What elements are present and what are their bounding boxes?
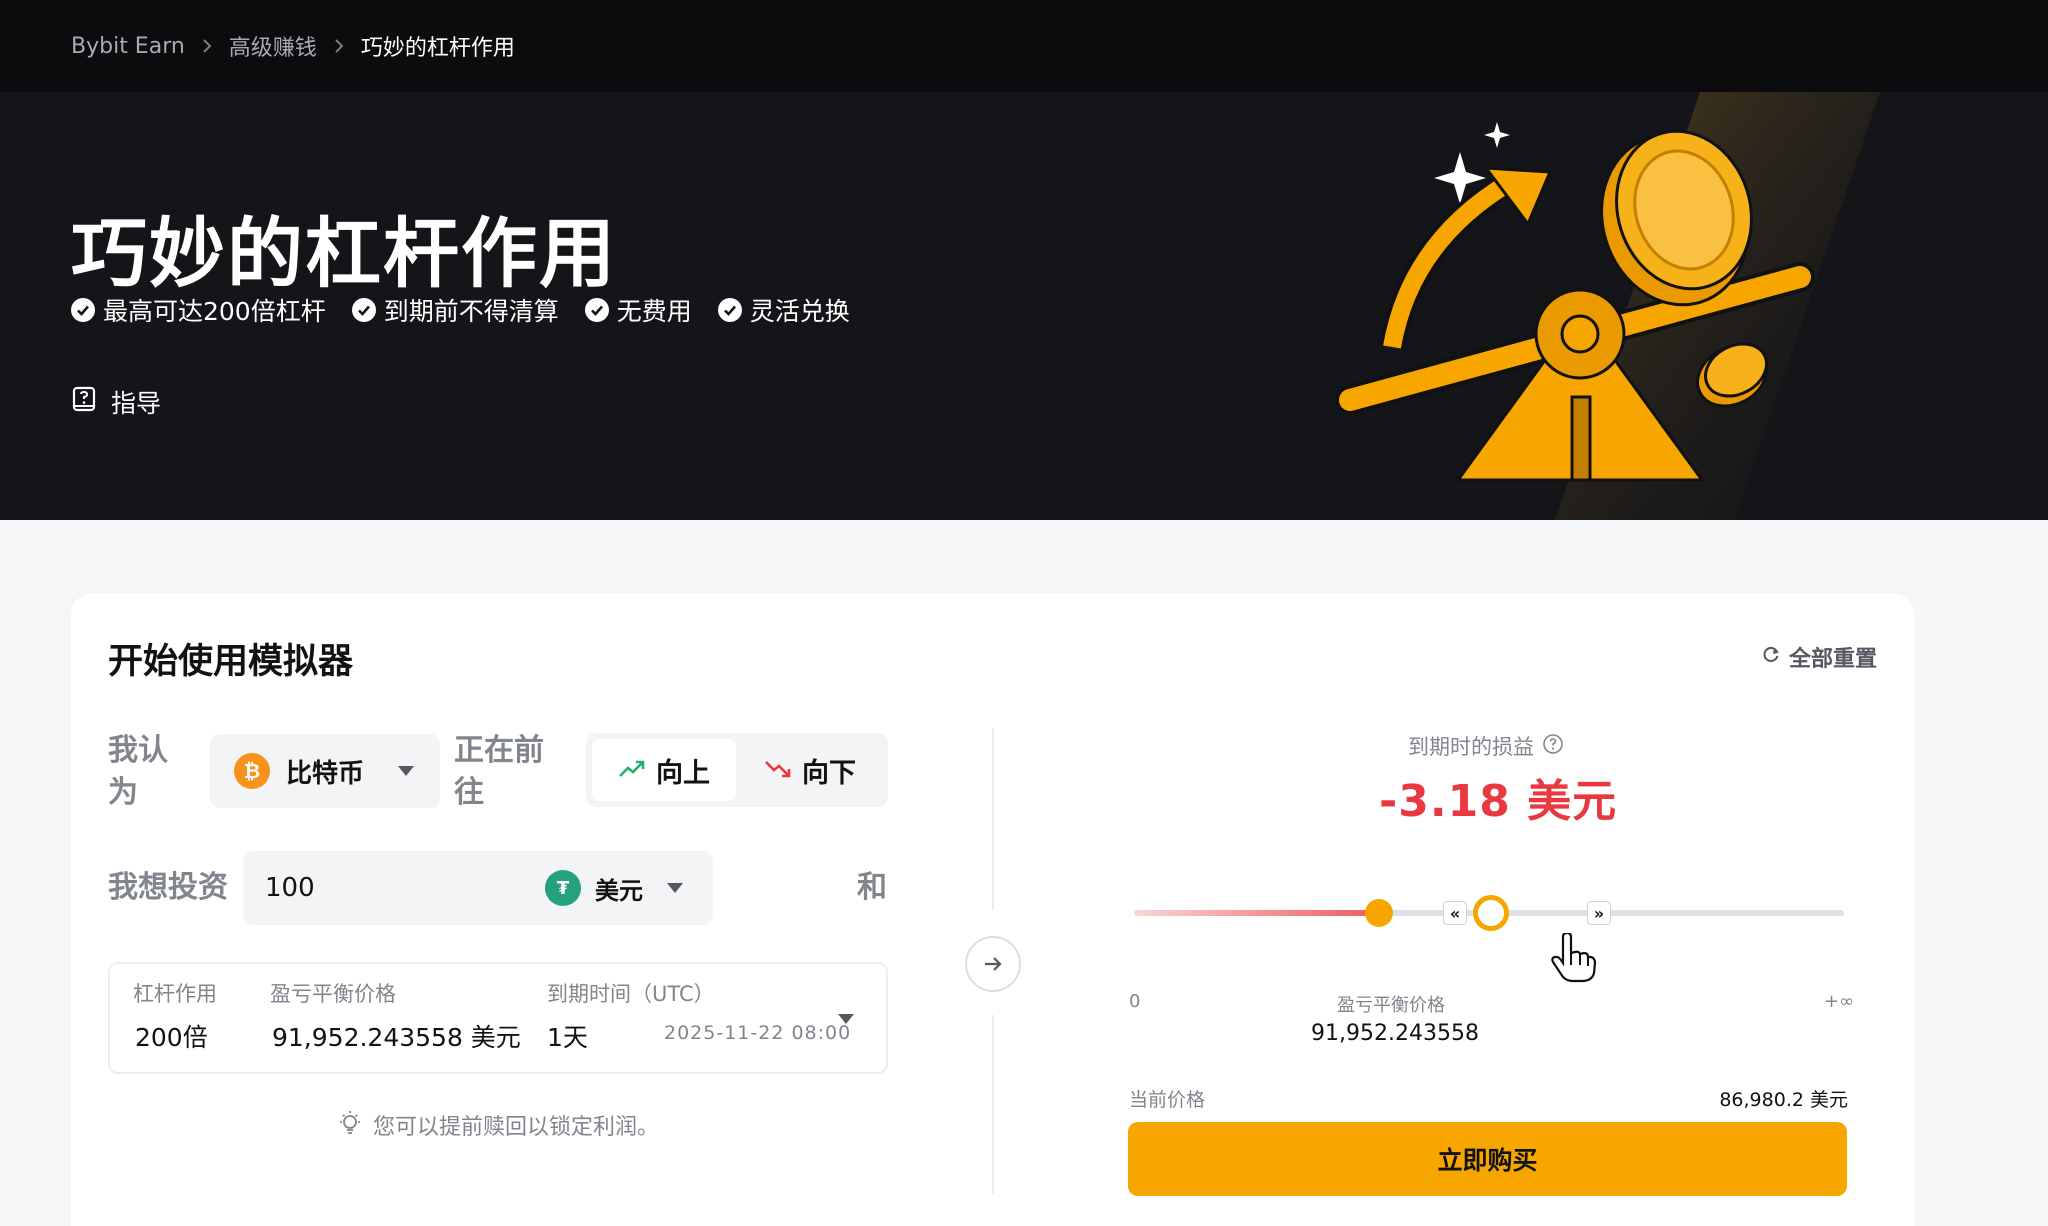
caret-down-icon bbox=[398, 766, 415, 776]
amount-input-wrap: ₮ 美元 bbox=[243, 851, 713, 925]
pointer-hand-icon bbox=[1551, 933, 1597, 983]
feature-label: 无费用 bbox=[616, 297, 692, 326]
simulator-card: 开始使用模拟器 全部重置 我认为 ₿ 比特币 正在前往 向上 向下 我想投资 1… bbox=[71, 593, 1914, 1226]
and-label: 和 bbox=[857, 870, 887, 905]
trend-down-icon bbox=[764, 755, 792, 786]
coin-select[interactable]: ₿ 比特币 bbox=[210, 734, 440, 808]
direction-up-option[interactable]: 向上 bbox=[592, 739, 736, 801]
pnl-at-expiry-label-wrap: 到期时的损益 bbox=[1408, 731, 1564, 761]
check-circle-icon bbox=[71, 298, 95, 322]
feature-item: 灵活兑换 bbox=[717, 292, 850, 328]
invest-label: 我想投资 bbox=[108, 870, 228, 905]
feature-label: 到期前不得清算 bbox=[383, 297, 559, 326]
redeem-tip: 您可以提前赎回以锁定利润。 bbox=[337, 1109, 659, 1141]
expiry-date: 2025-11-22 08:00 bbox=[664, 1022, 852, 1044]
redeem-tip-text: 您可以提前赎回以锁定利润。 bbox=[373, 1115, 660, 1140]
slider-step-back-button[interactable]: « bbox=[1443, 901, 1467, 925]
going-label: 正在前往 bbox=[454, 733, 544, 810]
breadcrumb-item-bybit-earn[interactable]: Bybit Earn bbox=[71, 34, 185, 59]
feature-label: 灵活兑换 bbox=[749, 297, 850, 326]
usdt-icon: ₮ bbox=[545, 870, 581, 906]
divider bbox=[992, 1015, 994, 1195]
refresh-icon bbox=[1761, 644, 1781, 670]
breakeven-marker bbox=[1365, 899, 1393, 927]
leverage-value: 200倍 bbox=[135, 1023, 208, 1052]
lightbulb-icon bbox=[337, 1109, 363, 1141]
current-price-label: 当前价格 bbox=[1129, 1089, 1206, 1111]
feature-list: 最高可达200倍杠杆 到期前不得清算 无费用 灵活兑换 bbox=[71, 292, 850, 328]
check-circle-icon bbox=[351, 298, 376, 322]
breadcrumb-item-current: 巧妙的杠杆作用 bbox=[360, 36, 515, 61]
chevron-right-icon bbox=[333, 37, 345, 55]
check-circle-icon bbox=[717, 298, 742, 322]
slider-min-label: 0 bbox=[1129, 991, 1141, 1012]
pnl-value: -3.18 美元 bbox=[1379, 776, 1618, 827]
leverage-seesaw-illustration bbox=[1335, 92, 1880, 520]
direction-up-label: 向上 bbox=[656, 757, 710, 789]
coin-select-label: 比特币 bbox=[286, 758, 365, 789]
guide-label: 指导 bbox=[111, 389, 162, 418]
help-circle-icon[interactable] bbox=[1542, 733, 1564, 760]
feature-item: 无费用 bbox=[584, 292, 692, 328]
expiry-label: 到期时间（UTC） bbox=[547, 982, 715, 1006]
breakeven-value: 91,952.243558 美元 bbox=[272, 1023, 521, 1052]
leverage-label: 杠杆作用 bbox=[133, 982, 217, 1006]
current-price-value: 86,980.2 美元 bbox=[1719, 1089, 1848, 1111]
direction-down-option[interactable]: 向下 bbox=[738, 739, 882, 801]
breadcrumb-item-advanced-earn[interactable]: 高级赚钱 bbox=[229, 30, 317, 62]
currency-select-label: 美元 bbox=[595, 876, 643, 905]
caret-down-icon bbox=[667, 883, 683, 893]
slider-thumb[interactable] bbox=[1473, 895, 1509, 931]
caret-down-icon[interactable] bbox=[838, 1014, 854, 1024]
direction-down-label: 向下 bbox=[802, 757, 856, 789]
slider-step-forward-button[interactable]: » bbox=[1587, 901, 1611, 925]
buy-now-button[interactable]: 立即购买 bbox=[1128, 1122, 1847, 1196]
i-think-label: 我认为 bbox=[108, 733, 168, 810]
currency-select[interactable]: ₮ 美元 bbox=[545, 851, 683, 925]
hero-banner: 巧妙的杠杆作用 最高可达200倍杠杆 到期前不得清算 无费用 灵活兑换 指导 bbox=[0, 92, 2048, 520]
feature-item: 到期前不得清算 bbox=[351, 292, 559, 328]
slider-loss-range bbox=[1134, 910, 1378, 916]
check-circle-icon bbox=[584, 298, 609, 322]
reset-all-button[interactable]: 全部重置 bbox=[1761, 641, 1877, 673]
arrow-right-icon bbox=[985, 957, 1002, 971]
slider-breakeven-value: 91,952.243558 bbox=[1311, 1021, 1479, 1046]
calculate-arrow-button[interactable] bbox=[965, 936, 1021, 992]
slider-max-label: +∞ bbox=[1824, 991, 1855, 1012]
guide-book-icon bbox=[71, 386, 97, 418]
simulator-title: 开始使用模拟器 bbox=[108, 642, 354, 682]
trend-up-icon bbox=[618, 755, 646, 786]
pnl-at-expiry-label: 到期时的损益 bbox=[1408, 735, 1534, 759]
breadcrumb: Bybit Earn 高级赚钱 巧妙的杠杆作用 bbox=[0, 0, 2048, 92]
reset-all-label: 全部重置 bbox=[1788, 647, 1877, 672]
feature-item: 最高可达200倍杠杆 bbox=[71, 292, 326, 328]
slider-breakeven-label: 盈亏平衡价格 bbox=[1337, 995, 1445, 1016]
amount-input[interactable] bbox=[265, 851, 515, 925]
direction-toggle: 向上 向下 bbox=[586, 733, 888, 807]
chevron-right-icon bbox=[201, 37, 213, 55]
divider bbox=[992, 728, 994, 910]
parameters-panel[interactable]: 杠杆作用 200倍 盈亏平衡价格 91,952.243558 美元 到期时间（U… bbox=[108, 962, 888, 1074]
price-slider[interactable]: « » bbox=[1134, 893, 1844, 933]
expiry-value: 1天 bbox=[547, 1023, 588, 1052]
guide-link[interactable]: 指导 bbox=[71, 384, 161, 420]
breakeven-label: 盈亏平衡价格 bbox=[270, 982, 396, 1006]
feature-label: 最高可达200倍杠杆 bbox=[103, 297, 326, 326]
page-title: 巧妙的杠杆作用 bbox=[71, 209, 617, 298]
bitcoin-icon: ₿ bbox=[234, 753, 270, 789]
